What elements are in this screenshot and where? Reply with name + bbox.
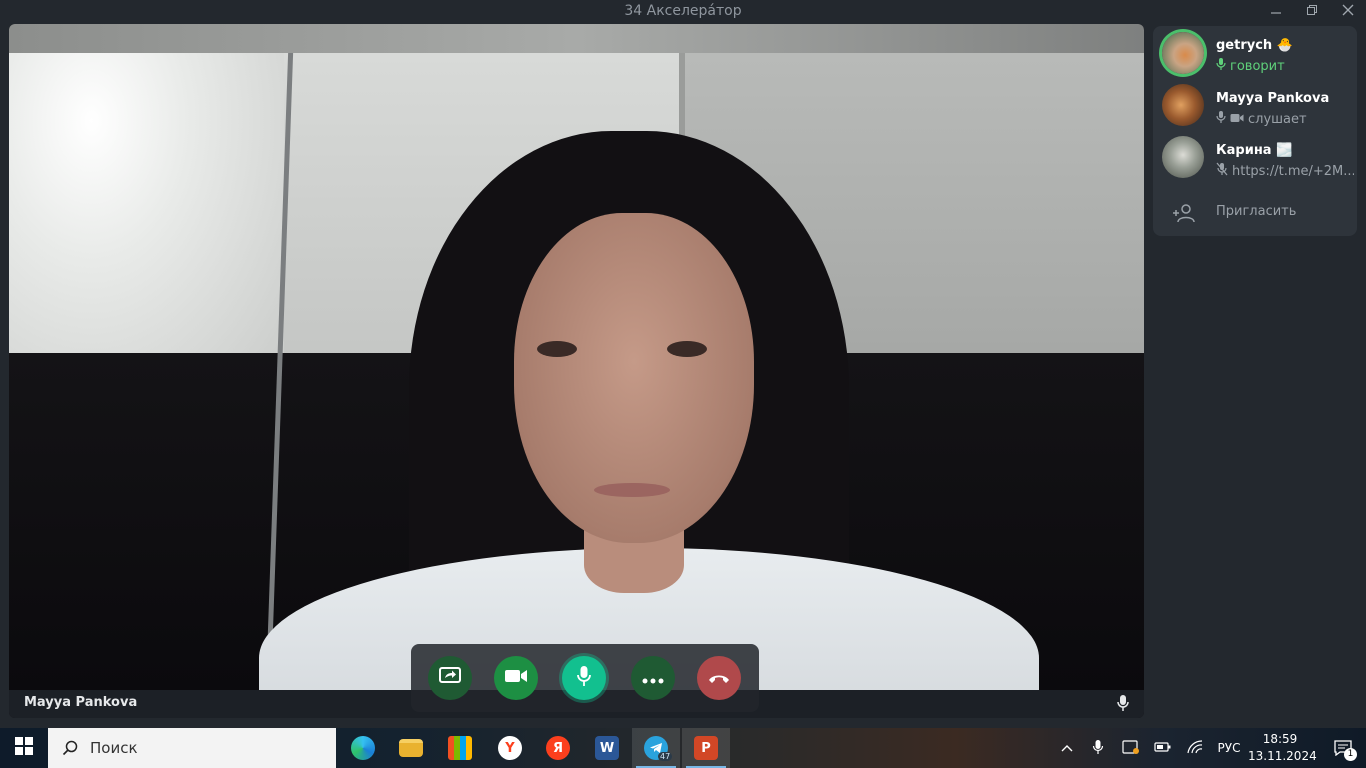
invite-label: Пригласить [1216,204,1297,219]
microphone-icon [1216,57,1226,75]
wall-panel-left [9,53,284,393]
avatar [1162,84,1204,126]
minimize-button[interactable] [1258,0,1294,24]
call-controls [411,644,759,712]
clock-time: 18:59 [1262,732,1298,746]
microphone-muted-icon [1216,162,1228,180]
participant-name: Карина 🌫️ [1216,143,1293,158]
screen-share-icon [439,667,461,689]
camera-feed [9,53,1144,690]
add-person-icon [1172,203,1196,227]
close-window-button[interactable] [1330,0,1366,24]
taskbar-app-yandex[interactable]: Я [534,728,582,768]
search-icon [62,740,78,756]
tray-language[interactable]: РУС [1212,728,1246,768]
camera-button[interactable] [494,656,538,700]
telegram-unread-badge: 47 [658,752,673,761]
participant-name: getrych 🐣 [1216,38,1293,53]
windows-logo-icon [15,737,33,759]
word-icon: W [595,736,619,760]
main-video[interactable]: Mayya Pankova [9,24,1144,718]
wifi-icon [1187,739,1203,757]
notification-icon: 1 [1334,740,1357,761]
video-top-strip [9,24,1144,53]
taskbar: Поиск Y Я W 47 P РУС 18:59 13.11.2024 1 [0,728,1366,768]
tray-app-icon [1122,739,1140,758]
tray-microphone[interactable] [1086,728,1110,768]
chevron-up-icon [1061,741,1073,755]
clock-date: 13.11.2024 [1248,749,1317,763]
speaker-name: Mayya Pankova [24,695,138,710]
person-mouth [594,483,670,497]
tray-clock[interactable]: 18:59 13.11.2024 [1248,731,1317,765]
edge-icon [351,736,375,760]
participant-name: Mayya Pankova [1216,91,1330,106]
show-hidden-icons-button[interactable] [1054,728,1080,768]
battery-icon [1154,741,1172,756]
taskbar-search[interactable]: Поиск [48,728,336,768]
taskbar-app-telegram[interactable]: 47 [632,728,680,768]
telegram-call-window: 34 Акселерáтор Mayya Pankova getrych 🐣 г… [0,0,1366,728]
hang-up-icon [707,669,731,688]
window-title: 34 Акселерáтор [624,3,742,19]
title-bar: 34 Акселерáтор [0,0,1366,24]
powerpoint-icon: P [694,736,718,760]
invite-button[interactable]: Пригласить [1153,198,1357,228]
person-eye [667,341,707,357]
microphone-icon [576,665,592,691]
microphone-icon [1216,110,1226,128]
video-camera-icon [504,668,528,688]
tray-battery[interactable] [1150,728,1176,768]
folder-icon [399,739,423,757]
taskbar-app-store[interactable] [436,728,484,768]
leave-call-button[interactable] [697,656,741,700]
avatar [1162,136,1204,178]
yandex-icon: Я [546,736,570,760]
person-eye [537,341,577,357]
participant-row[interactable]: Карина 🌫️ https://t.me/+2M... [1153,136,1357,186]
participant-row[interactable]: getrych 🐣 говорит [1153,32,1357,82]
taskbar-app-yandex-browser[interactable]: Y [486,728,534,768]
restore-icon [1306,4,1318,20]
screen-share-button[interactable] [428,656,472,700]
video-camera-icon [1230,112,1244,127]
taskbar-app-powerpoint[interactable]: P [682,728,730,768]
participant-row[interactable]: Mayya Pankova слушает [1153,84,1357,134]
restore-button[interactable] [1294,0,1330,24]
notification-center-button[interactable]: 1 [1320,728,1366,768]
microphone-button[interactable] [562,656,606,700]
more-button[interactable] [631,656,675,700]
yandex-browser-icon: Y [498,736,522,760]
notification-count: 1 [1344,748,1357,761]
participant-status: говорит [1216,57,1285,75]
participants-panel: getrych 🐣 говорит Mayya Pankova слушает … [1153,26,1357,236]
search-placeholder: Поиск [90,739,138,757]
taskbar-app-explorer[interactable] [387,728,435,768]
minimize-icon [1270,4,1282,20]
more-dots-icon [642,669,664,688]
store-icon [448,736,472,760]
microphone-icon [1092,739,1104,758]
tray-app-status[interactable] [1118,728,1144,768]
taskbar-app-edge[interactable] [339,728,387,768]
participant-status: https://t.me/+2M... [1216,162,1354,180]
close-icon [1342,4,1354,20]
start-button[interactable] [0,728,48,768]
tray-network[interactable] [1182,728,1208,768]
taskbar-app-word[interactable]: W [583,728,631,768]
avatar [1162,32,1204,74]
participant-status: слушает [1216,110,1307,128]
microphone-icon [1116,694,1130,716]
